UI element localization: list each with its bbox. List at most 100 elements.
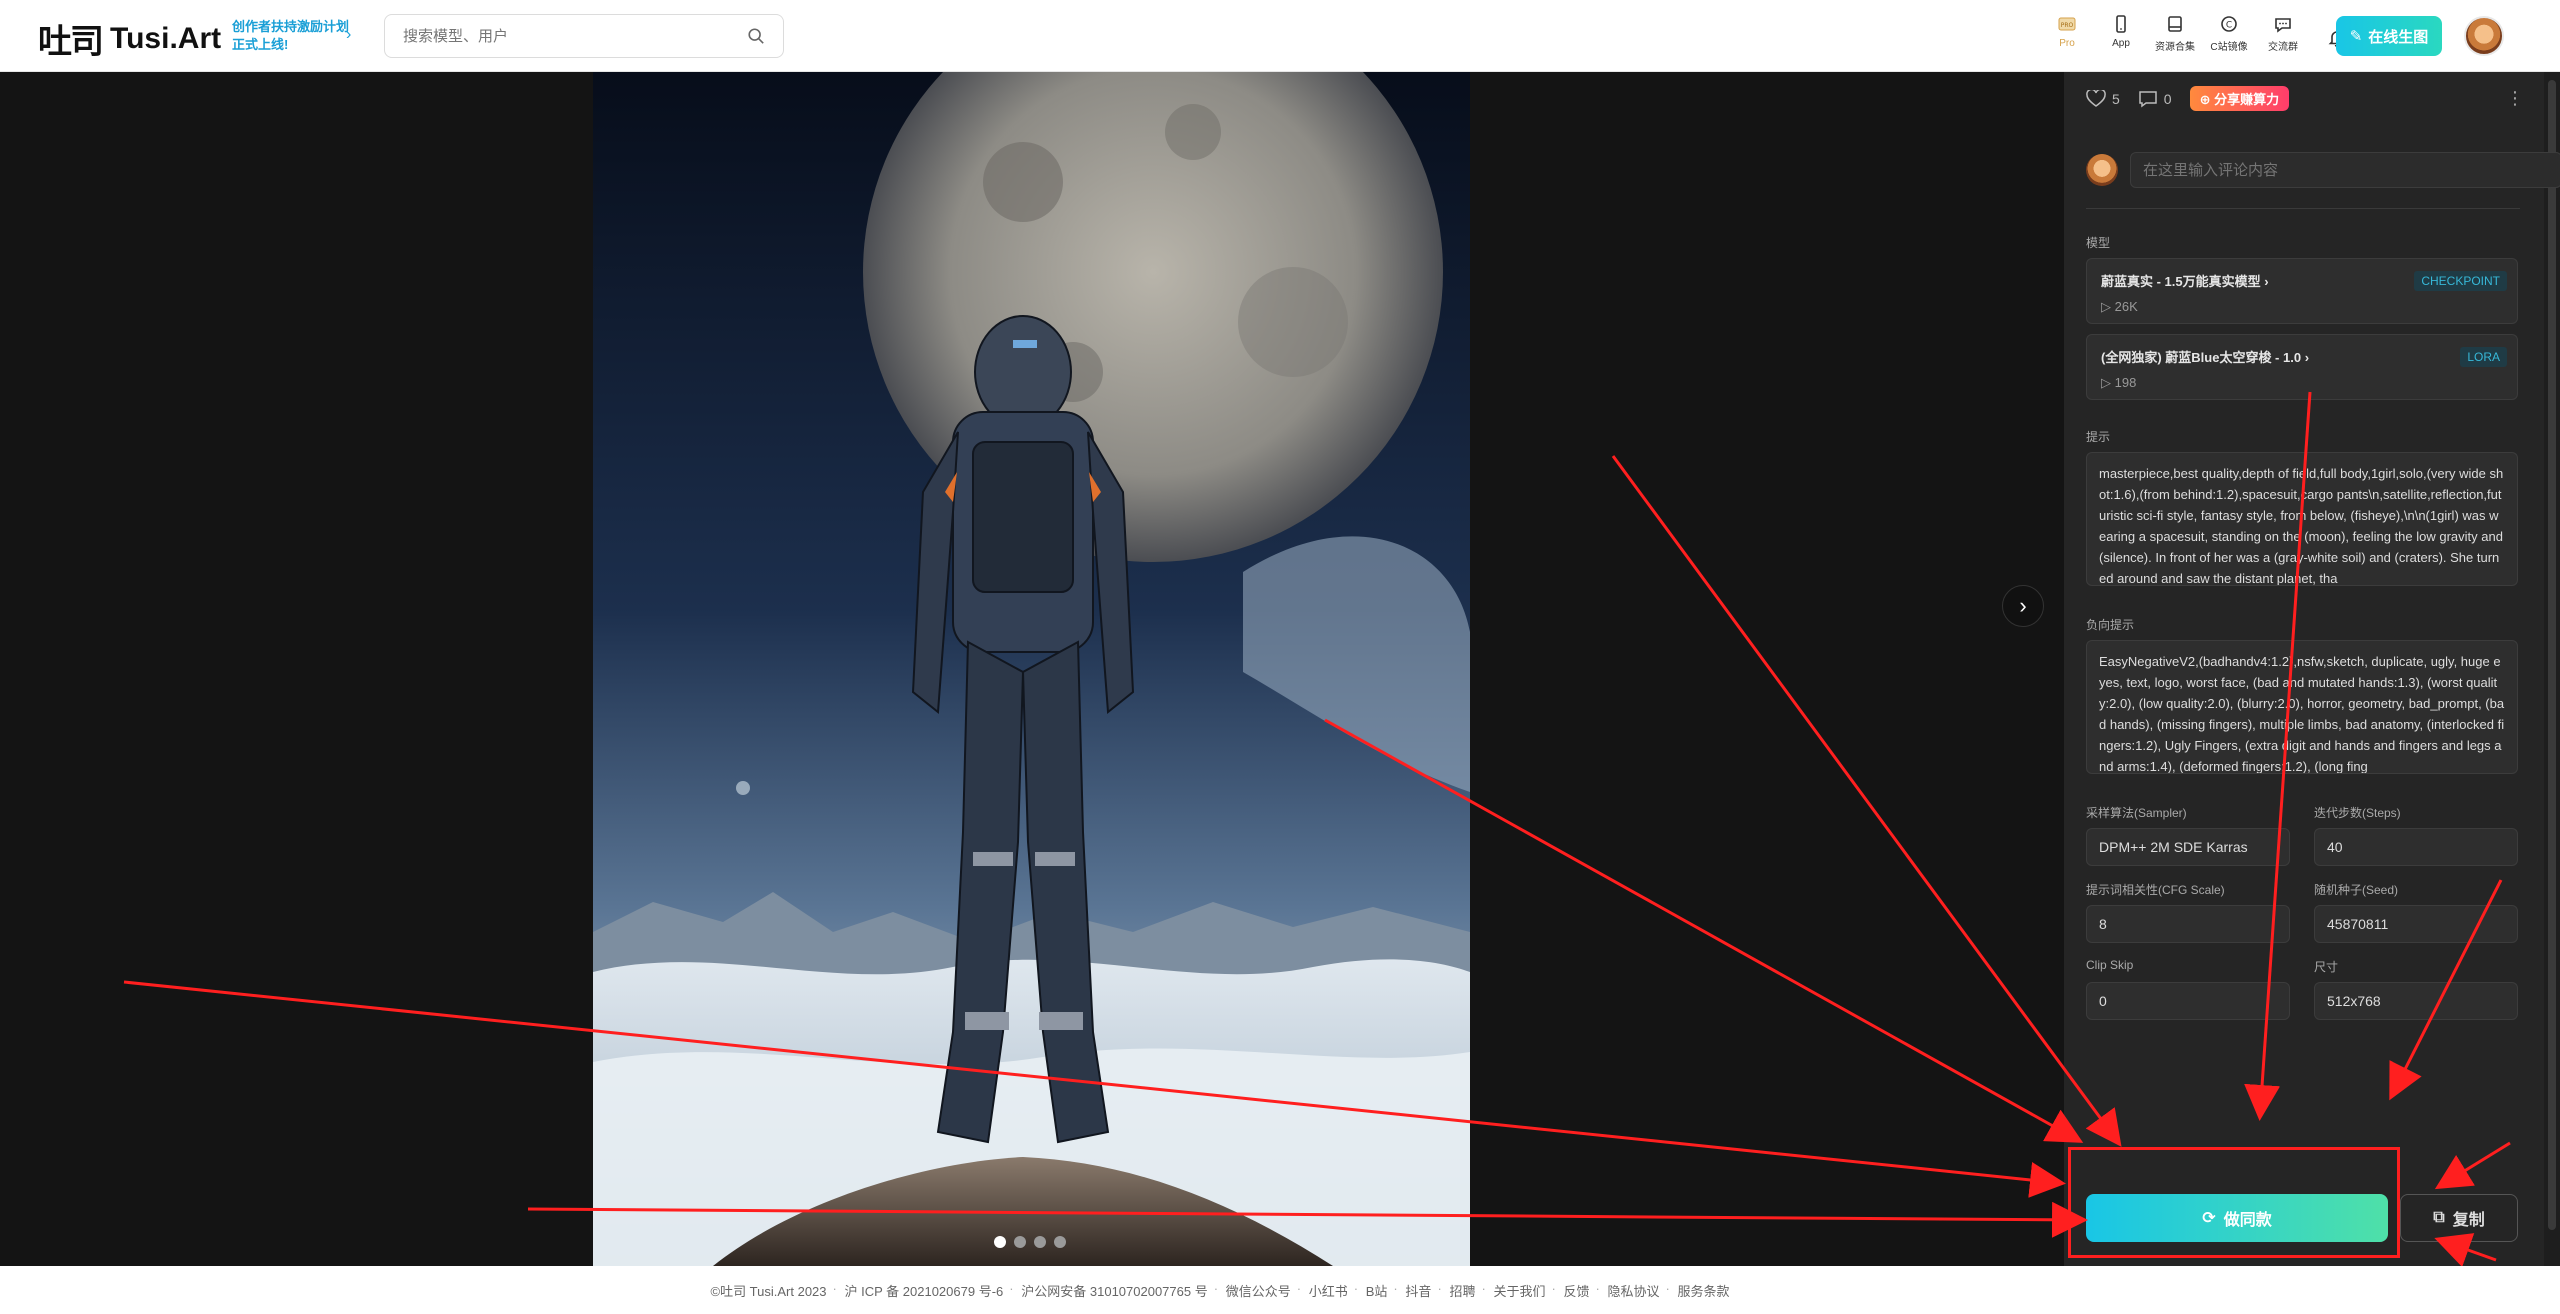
footer: ©吐司 Tusi.Art 2023 沪 ICP 备 2021020679 号-6… bbox=[0, 1266, 2560, 1314]
pagination-dot[interactable] bbox=[1034, 1236, 1046, 1248]
cfg-label: 提示词相关性(CFG Scale) bbox=[2086, 883, 2225, 897]
nav-app[interactable]: App bbox=[2094, 14, 2148, 53]
footer-link-bilibili[interactable]: B站 bbox=[1354, 1281, 1397, 1300]
mirror-icon: C bbox=[2221, 16, 2237, 32]
footer-link-about[interactable]: 关于我们 bbox=[1481, 1281, 1554, 1300]
prompt-label: 提示 bbox=[2086, 430, 2111, 444]
clip-skip-label: Clip Skip bbox=[2086, 958, 2134, 972]
pro-icon: PRO bbox=[2058, 17, 2076, 31]
footer-link-xiaohongshu[interactable]: 小红书 bbox=[1297, 1281, 1357, 1300]
top-navbar: 吐司 Tusi.Art 创作者扶持激励计划正式上线! › PRO Pro App… bbox=[0, 0, 2560, 72]
svg-text:C: C bbox=[2226, 21, 2232, 31]
divider bbox=[2086, 208, 2520, 209]
negative-prompt-text[interactable]: EasyNegativeV2,(badhandv4:1.2),nsfw,sket… bbox=[2086, 640, 2518, 774]
negative-prompt-label: 负向提示 bbox=[2086, 618, 2135, 632]
seed-label: 随机种子(Seed) bbox=[2314, 883, 2399, 897]
chevron-right-icon: › bbox=[2019, 593, 2027, 618]
nav-group[interactable]: 交流群 bbox=[2256, 14, 2310, 53]
copy-button[interactable]: ⧉ 复制 bbox=[2400, 1194, 2518, 1242]
next-image-button[interactable]: › bbox=[2002, 585, 2044, 627]
model-section-label: 模型 bbox=[2086, 236, 2111, 250]
scrollbar-thumb[interactable] bbox=[2548, 80, 2556, 1230]
avatar bbox=[2086, 154, 2118, 186]
book-icon bbox=[2168, 16, 2182, 32]
steps-label: 迭代步数(Steps) bbox=[2314, 806, 2401, 820]
more-options-icon[interactable]: ⋮ bbox=[2506, 88, 2524, 109]
size-value[interactable]: 512x768 bbox=[2314, 982, 2518, 1020]
heart-icon bbox=[2086, 89, 2106, 107]
footer-link-wechat[interactable]: 微信公众号 bbox=[1214, 1281, 1300, 1300]
wand-icon: ✎ bbox=[2349, 28, 2363, 45]
generated-image bbox=[593, 72, 1470, 1266]
chat-icon bbox=[2275, 18, 2291, 33]
share-label: 分享赚算力 bbox=[2214, 92, 2280, 107]
astronaut-artwork bbox=[593, 72, 1470, 1266]
footer-link-douyin[interactable]: 抖音 bbox=[1393, 1281, 1440, 1300]
annotation-highlight-box bbox=[2068, 1147, 2400, 1258]
model-name-text: (全网独家) 蔚蓝Blue太空穿梭 - 1.0 bbox=[2101, 350, 2302, 365]
model-count: ▷ 26K bbox=[2101, 299, 2138, 314]
model-count: ▷ 198 bbox=[2101, 375, 2137, 390]
clip-skip-value[interactable]: 0 bbox=[2086, 982, 2290, 1020]
model-name: 蔚蓝真实 - 1.5万能真实模型 › bbox=[2101, 274, 2269, 289]
nav-icons: PRO Pro App 资源合集 C C站镜像 交流群 bbox=[2040, 14, 2364, 53]
pagination-dot[interactable] bbox=[1014, 1236, 1026, 1248]
copy-label: 复制 bbox=[2452, 1212, 2485, 1229]
nav-mirror[interactable]: C C站镜像 bbox=[2202, 14, 2256, 53]
footer-link-privacy[interactable]: 隐私协议 bbox=[1595, 1281, 1668, 1300]
model-tag: CHECKPOINT bbox=[2414, 271, 2507, 291]
comment-input[interactable] bbox=[2130, 152, 2560, 188]
model-name-text: 蔚蓝真实 - 1.5万能真实模型 bbox=[2101, 274, 2261, 289]
site-logo[interactable]: 吐司 Tusi.Art bbox=[38, 14, 221, 63]
sampler-value[interactable]: DPM++ 2M SDE Karras bbox=[2086, 828, 2290, 866]
search-box[interactable] bbox=[384, 14, 784, 58]
search-input[interactable] bbox=[403, 27, 747, 45]
nav-label: 资源合集 bbox=[2155, 42, 2195, 53]
model-card-lora[interactable]: (全网独家) 蔚蓝Blue太空穿梭 - 1.0 › ▷ 198 LORA bbox=[2086, 334, 2518, 400]
like-count: 5 bbox=[2112, 90, 2120, 107]
comment-count: 0 bbox=[2163, 90, 2172, 107]
share-icon: ⊕ bbox=[2199, 92, 2211, 107]
footer-link-jobs[interactable]: 招聘 bbox=[1437, 1281, 1484, 1300]
nav-pro[interactable]: PRO Pro bbox=[2040, 14, 2094, 53]
comment-row bbox=[2086, 152, 2560, 188]
image-pagination bbox=[994, 1236, 1066, 1248]
nav-label: Pro bbox=[2059, 38, 2075, 49]
share-earn-button[interactable]: ⊕ 分享赚算力 bbox=[2189, 86, 2290, 111]
footer-link-feedback[interactable]: 反馈 bbox=[1551, 1281, 1598, 1300]
create-image-label: 在线生图 bbox=[2368, 28, 2429, 46]
prompt-text[interactable]: masterpiece,best quality,depth of field,… bbox=[2086, 452, 2518, 586]
nav-label: 交流群 bbox=[2268, 42, 2298, 53]
post-stats: 5 0 ⊕ 分享赚算力 bbox=[2086, 86, 2290, 111]
phone-icon bbox=[2116, 15, 2126, 33]
comment-button[interactable]: 0 bbox=[2138, 90, 2172, 108]
footer-link-terms[interactable]: 服务条款 bbox=[1665, 1281, 1739, 1300]
police-record-link[interactable]: 沪公网安备 31010702007765 号 bbox=[1009, 1281, 1216, 1300]
nav-label: C站镜像 bbox=[2210, 42, 2248, 53]
search-icon[interactable] bbox=[747, 27, 765, 45]
copy-icon: ⧉ bbox=[2433, 1209, 2445, 1226]
steps-value[interactable]: 40 bbox=[2314, 828, 2518, 866]
svg-text:PRO: PRO bbox=[2061, 22, 2074, 29]
create-image-button[interactable]: ✎ 在线生图 bbox=[2336, 16, 2442, 56]
pagination-dot[interactable] bbox=[994, 1236, 1006, 1248]
model-count-text: 26K bbox=[2114, 299, 2138, 314]
like-button[interactable]: 5 bbox=[2086, 89, 2120, 108]
nav-resources[interactable]: 资源合集 bbox=[2148, 14, 2202, 53]
logo-mark: 吐司 bbox=[38, 22, 104, 62]
cfg-value[interactable]: 8 bbox=[2086, 905, 2290, 943]
model-card-checkpoint[interactable]: 蔚蓝真实 - 1.5万能真实模型 › ▷ 26K CHECKPOINT bbox=[2086, 258, 2518, 324]
model-name: (全网独家) 蔚蓝Blue太空穿梭 - 1.0 › bbox=[2101, 350, 2310, 365]
size-label: 尺寸 bbox=[2314, 960, 2339, 974]
copyright: ©吐司 Tusi.Art 2023 bbox=[710, 1283, 827, 1299]
user-avatar[interactable] bbox=[2464, 16, 2504, 56]
chevron-right-icon: › bbox=[346, 26, 352, 43]
icp-link[interactable]: 沪 ICP 备 2021020679 号-6 bbox=[833, 1281, 1013, 1300]
model-tag: LORA bbox=[2460, 347, 2507, 367]
seed-value[interactable]: 45870811 bbox=[2314, 905, 2518, 943]
promo-link[interactable]: 创作者扶持激励计划正式上线! bbox=[232, 18, 352, 54]
pagination-dot[interactable] bbox=[1054, 1236, 1066, 1248]
model-count-text: 198 bbox=[2114, 375, 2137, 390]
comment-icon bbox=[2139, 90, 2157, 107]
nav-label: App bbox=[2112, 38, 2130, 49]
